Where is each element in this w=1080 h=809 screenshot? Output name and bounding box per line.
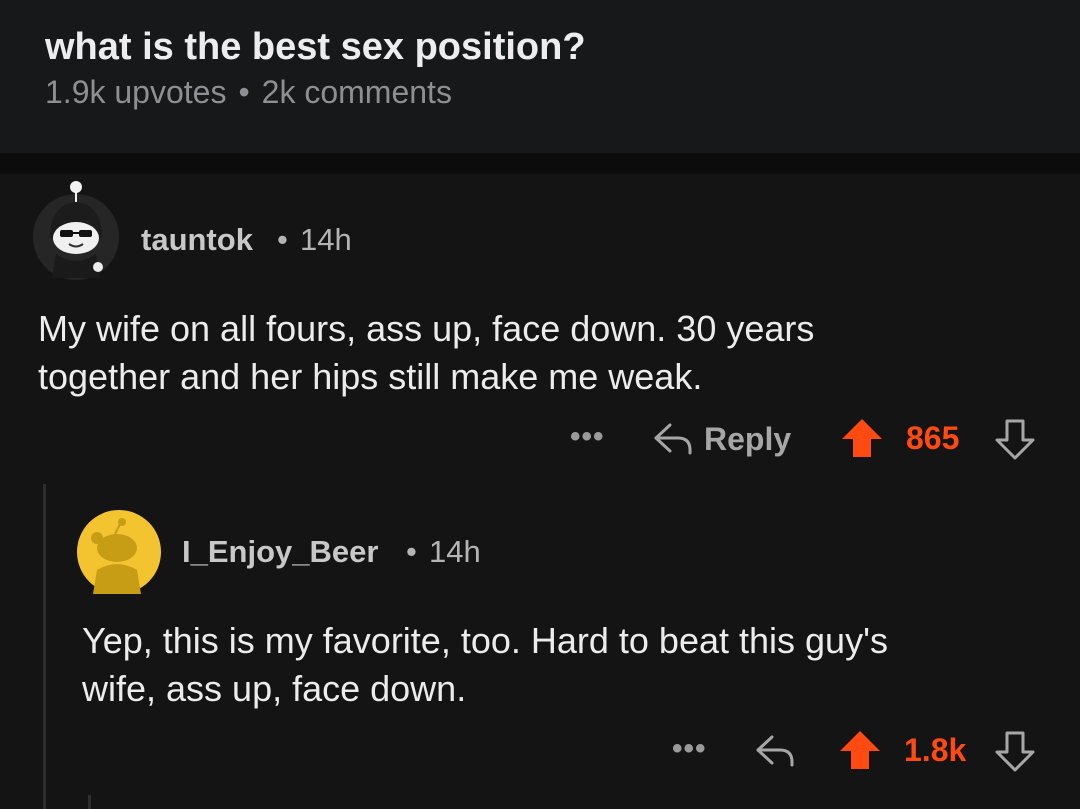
comment-body-line: together and her hips still make me weak…: [38, 356, 703, 397]
reply-button[interactable]: [754, 731, 796, 771]
downvote-arrow-icon[interactable]: [994, 730, 1036, 772]
reply-label: Reply: [704, 420, 792, 457]
more-options-button[interactable]: •••: [570, 420, 605, 454]
comment-username[interactable]: I_Enjoy_Beer: [182, 534, 378, 570]
comment-body: My wife on all fours, ass up, face down.…: [38, 305, 814, 401]
meta-separator: •: [406, 534, 417, 569]
post-title[interactable]: what is the best sex position?: [45, 26, 586, 69]
reply-button[interactable]: Reply: [652, 419, 791, 459]
more-options-button[interactable]: •••: [672, 732, 707, 766]
comment-count: 2k comments: [261, 74, 452, 110]
comment-thread: [0, 174, 1080, 809]
upvote-count: 1.9k upvotes: [45, 74, 227, 110]
upvote-arrow-icon[interactable]: [838, 729, 882, 771]
comment-body-line: Yep, this is my favorite, too. Hard to b…: [82, 620, 888, 661]
post-meta: 1.9k upvotes • 2k comments: [45, 74, 452, 111]
comment-body-line: My wife on all fours, ass up, face down.…: [38, 308, 815, 349]
comment-body-line: wife, ass up, face down.: [82, 668, 467, 709]
snoo-sunglasses-avatar-icon[interactable]: [30, 178, 122, 284]
reply-arrow-icon: [756, 735, 794, 767]
thread-line[interactable]: [88, 795, 91, 809]
header-divider: [0, 153, 1080, 174]
comment-age: 14h: [300, 222, 352, 257]
comment-username[interactable]: tauntok: [141, 222, 253, 258]
comment-age: 14h: [429, 534, 481, 569]
meta-separator: •: [277, 222, 288, 257]
meta-separator: •: [238, 74, 250, 110]
thread-line[interactable]: [43, 484, 46, 809]
vote-score: 865: [906, 420, 960, 456]
vote-score: 1.8k: [904, 732, 967, 768]
snoo-default-yellow-avatar-icon[interactable]: [75, 508, 163, 596]
upvote-arrow-icon[interactable]: [840, 417, 884, 459]
post-header: what is the best sex position? 1.9k upvo…: [0, 0, 1080, 153]
comment-body: Yep, this is my favorite, too. Hard to b…: [82, 617, 888, 713]
downvote-arrow-icon[interactable]: [994, 418, 1036, 460]
reply-arrow-icon: [654, 423, 692, 455]
